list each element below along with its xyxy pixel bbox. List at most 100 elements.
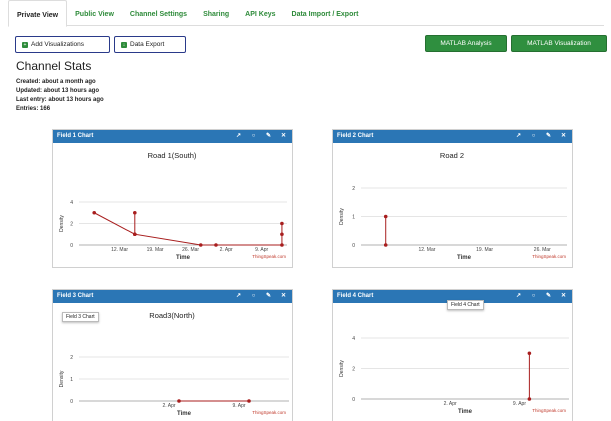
data-point <box>133 232 137 237</box>
data-point <box>133 210 137 215</box>
close-icon[interactable]: ✕ <box>280 290 287 303</box>
data-point <box>280 243 284 247</box>
y-tick-label: 4 <box>70 200 73 206</box>
x-tick-label: 2. Apr <box>162 403 175 409</box>
panel-header-icons: ↗ ○ ✎ ✕ <box>515 130 567 143</box>
y-tick-label: 2 <box>70 222 73 228</box>
panel-header: Field 3 Chart ↗ ○ ✎ ✕ <box>53 290 292 303</box>
pencil-icon[interactable]: ✎ <box>545 290 552 303</box>
y-tick-label: 1 <box>70 377 73 383</box>
chart-svg: 0 2 4 2. Apr 9. Apr Time Density ThingSpeak.com <box>339 336 569 415</box>
x-tick-label: 2. Apr <box>444 401 457 407</box>
panel-header: Field 2 Chart ↗ ○ ✎ ✕ <box>333 130 572 143</box>
tab-public-view[interactable]: Public View <box>67 0 122 26</box>
data-point <box>527 397 532 401</box>
field3-chart-panel: Field 3 Chart ↗ ○ ✎ ✕ Road3(North) 0 1 2 2. Apr 9.… <box>52 289 293 421</box>
channel-stats-title: Channel Stats <box>16 59 92 73</box>
tab-channel-settings[interactable]: Channel Settings <box>122 0 195 26</box>
matlab-analysis-button[interactable]: MATLAB Analysis <box>425 35 507 52</box>
comment-icon[interactable]: ○ <box>530 290 537 303</box>
close-icon[interactable]: ✕ <box>560 290 567 303</box>
created-label: Created: <box>16 79 41 85</box>
data-point <box>280 221 284 226</box>
series-line <box>93 212 283 246</box>
data-point <box>247 399 251 403</box>
chart-title: Road3(North) <box>149 311 195 320</box>
chart-svg: Road 2 0 1 2 12. Mar 19. Mar 26. Mar Time Densit… <box>339 151 567 261</box>
panel-title: Field 3 Chart <box>57 293 94 299</box>
chart-title: Road 2 <box>440 151 464 160</box>
tab-sharing[interactable]: Sharing <box>195 0 237 26</box>
chart-svg: Road 1(South) 0 2 4 12. Mar 19. Mar 26. Mar 2. … <box>59 151 287 261</box>
x-axis-label: Time <box>458 409 473 415</box>
panel-title: Field 2 Chart <box>337 133 374 139</box>
x-tick-label: 19. Mar <box>476 247 493 253</box>
external-link-icon[interactable]: ↗ <box>235 130 242 143</box>
panel-header-icons: ↗ ○ ✎ ✕ <box>235 290 287 303</box>
data-point <box>198 243 203 247</box>
y-tick-label: 2 <box>352 186 355 192</box>
external-link-icon[interactable]: ↗ <box>515 290 522 303</box>
y-tick-label: 0 <box>70 243 73 249</box>
y-tick-label: 0 <box>352 243 355 249</box>
download-icon: ↓ <box>121 41 127 48</box>
x-tick-label: 2. Apr <box>220 247 233 253</box>
y-axis-label: Density <box>59 215 65 232</box>
x-tick-label: 26. Mar <box>182 247 199 253</box>
created-row: Created: about a month ago <box>16 79 96 85</box>
y-axis-label: Density <box>339 360 345 377</box>
panel-header-icons: ↗ ○ ✎ ✕ <box>515 290 567 303</box>
close-icon[interactable]: ✕ <box>560 130 567 143</box>
credit-text: ThingSpeak.com <box>252 254 286 259</box>
pencil-icon[interactable]: ✎ <box>265 130 272 143</box>
comment-icon[interactable]: ○ <box>250 130 257 143</box>
last-entry-row: Last entry: about 13 hours ago <box>16 97 104 103</box>
data-point <box>383 214 388 219</box>
data-point <box>383 243 388 247</box>
data-point <box>92 210 97 215</box>
close-icon[interactable]: ✕ <box>280 130 287 143</box>
data-point <box>280 232 284 237</box>
tab-data-import-export[interactable]: Data Import / Export <box>284 0 367 26</box>
x-tick-label: 9. Apr <box>255 247 268 253</box>
x-tick-label: 26. Mar <box>534 247 551 253</box>
x-axis-label: Time <box>177 411 192 417</box>
x-axis-label: Time <box>176 255 191 261</box>
y-tick-label: 2 <box>70 355 73 361</box>
panel-header-icons: ↗ ○ ✎ ✕ <box>235 130 287 143</box>
field1-chart-panel: Field 1 Chart ↗ ○ ✎ ✕ Road 1(South) 0 2 4 12. Mar… <box>52 129 293 268</box>
comment-icon[interactable]: ○ <box>530 130 537 143</box>
updated-row: Updated: about 13 hours ago <box>16 88 99 94</box>
x-tick-label: 12. Mar <box>418 247 435 253</box>
x-tick-label: 9. Apr <box>513 401 526 407</box>
y-tick-label: 2 <box>352 367 355 373</box>
comment-icon[interactable]: ○ <box>250 290 257 303</box>
plus-icon: + <box>22 41 28 48</box>
external-link-icon[interactable]: ↗ <box>515 130 522 143</box>
y-tick-label: 0 <box>70 399 73 405</box>
tab-private-view[interactable]: Private View <box>8 0 68 27</box>
y-tick-label: 1 <box>352 215 355 221</box>
updated-value: about 13 hours ago <box>43 88 100 94</box>
data-point <box>177 399 181 403</box>
add-visualizations-button[interactable]: + Add Visualizations <box>15 36 110 53</box>
tab-api-keys[interactable]: API Keys <box>237 0 283 26</box>
matlab-visualization-button[interactable]: MATLAB Visualization <box>511 35 607 52</box>
y-tick-label: 0 <box>352 397 355 403</box>
x-tick-label: 19. Mar <box>147 247 164 253</box>
last-entry-label: Last entry: <box>16 97 47 103</box>
field4-tooltip: Field 4 Chart <box>447 300 484 310</box>
panel-title: Field 1 Chart <box>57 133 94 139</box>
credit-text: ThingSpeak.com <box>532 254 566 259</box>
pencil-icon[interactable]: ✎ <box>265 290 272 303</box>
external-link-icon[interactable]: ↗ <box>235 290 242 303</box>
view-tabs: Private View Public View Channel Setting… <box>8 0 604 27</box>
created-value: about a month ago <box>42 79 96 85</box>
data-point <box>214 243 218 247</box>
data-export-button[interactable]: ↓ Data Export <box>114 36 186 53</box>
y-axis-label: Density <box>59 370 65 387</box>
panel-title: Field 4 Chart <box>337 293 374 299</box>
data-export-label: Data Export <box>130 41 165 48</box>
pencil-icon[interactable]: ✎ <box>545 130 552 143</box>
credit-text: ThingSpeak.com <box>532 408 566 413</box>
